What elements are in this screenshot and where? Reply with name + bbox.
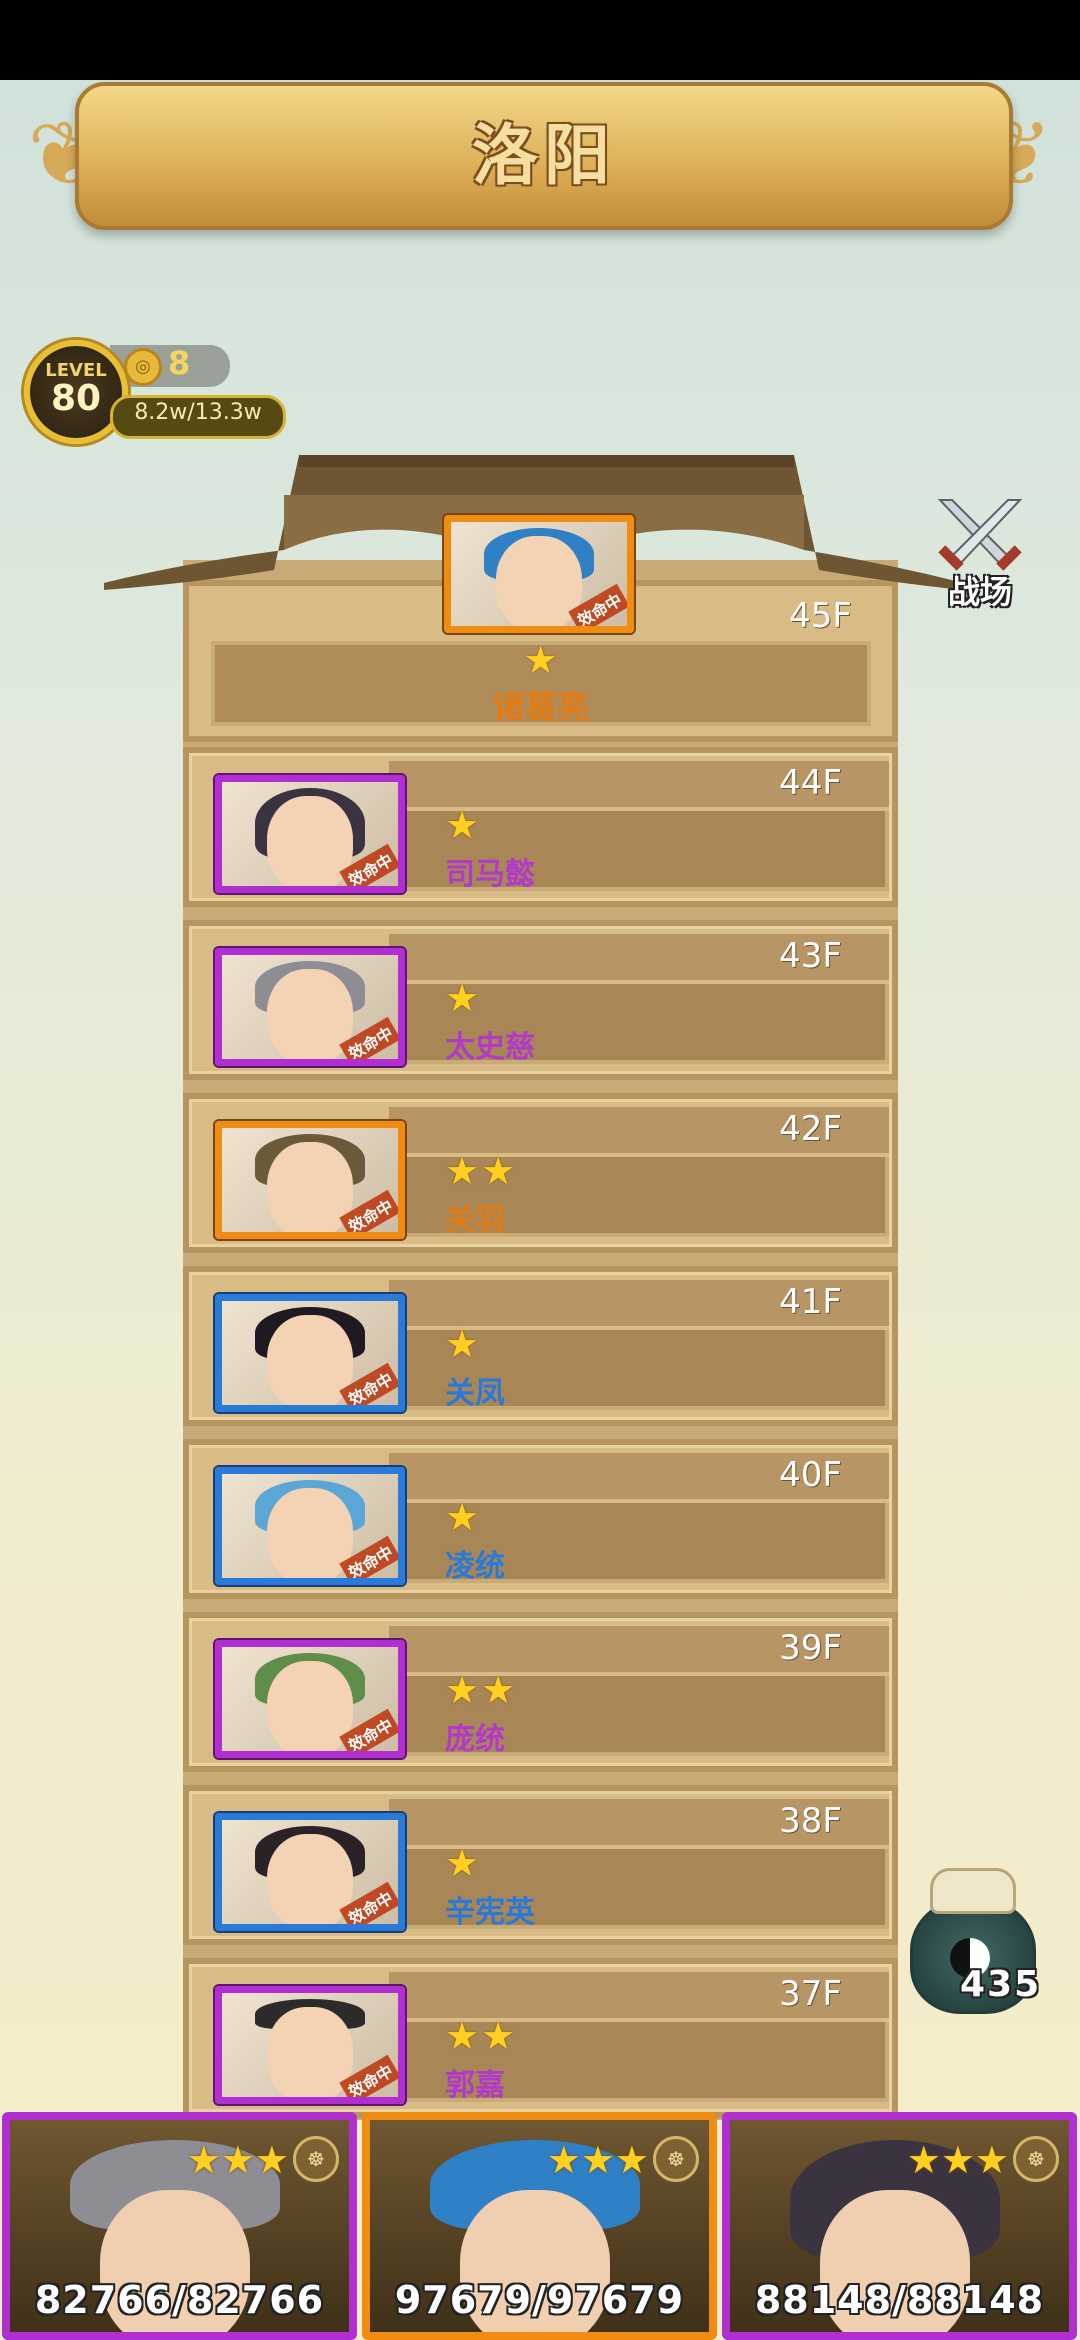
tower-floor-38[interactable]: 效命中 38F ★ 辛宪英 xyxy=(183,1785,898,1945)
battlefield-button[interactable]: 战场 xyxy=(930,495,1030,615)
hero-name: 辛宪英 xyxy=(445,1895,535,1930)
tower-floor-43[interactable]: 效命中 43F ★ 太史慈 xyxy=(183,920,898,1080)
hero-portrait[interactable]: 效命中 xyxy=(215,1640,405,1758)
coin-count: 8 xyxy=(168,344,191,382)
hero-portrait-top[interactable]: 效命中 xyxy=(444,515,634,633)
jar-button[interactable]: 435 xyxy=(900,1868,1050,2018)
floor-number: 37F xyxy=(779,1974,842,2014)
hero-stars: ★★ xyxy=(445,1668,518,1712)
hero-name: 关羽 xyxy=(445,1203,505,1238)
hero-name: 庞统 xyxy=(445,1722,505,1757)
jar-lid xyxy=(930,1868,1016,1914)
floor-number: 42F xyxy=(779,1109,842,1149)
hero-name: 关凤 xyxy=(445,1376,505,1411)
team-hp: 88148/88148 xyxy=(754,2278,1045,2322)
hero-name: 郭嘉 xyxy=(445,2068,505,2103)
hero-portrait[interactable]: 效命中 xyxy=(215,1121,405,1239)
faction-emblem-icon: ☸ xyxy=(653,2136,699,2182)
hero-stars: ★★ xyxy=(445,1149,518,1193)
hero-portrait[interactable]: 效命中 xyxy=(215,1467,405,1585)
hero-name: 凌统 xyxy=(445,1549,505,1584)
hero-stars: ★ xyxy=(445,803,482,847)
floor-number: 45F xyxy=(789,596,852,636)
hero-portrait[interactable]: 效命中 xyxy=(215,948,405,1066)
hero-face xyxy=(267,969,353,1059)
tower-floor-39[interactable]: 效命中 39F ★★ 庞统 xyxy=(183,1612,898,1772)
exp-text: 8.2w/13.3w xyxy=(134,400,262,425)
floor-number: 38F xyxy=(779,1801,842,1841)
hero-portrait[interactable]: 效命中 xyxy=(215,1986,405,2104)
team-card-3[interactable]: ★★★ ☸ 88148/88148 xyxy=(722,2112,1077,2340)
hero-face xyxy=(267,1488,353,1578)
faction-emblem-icon: ☸ xyxy=(1013,2136,1059,2182)
team-card-2[interactable]: ★★★ ☸ 97679/97679 xyxy=(362,2112,717,2340)
hero-face xyxy=(267,796,353,886)
hero-stars: ★ xyxy=(445,1841,482,1885)
team-card-1[interactable]: ★★★ ☸ 82766/82766 xyxy=(2,2112,357,2340)
hero-portrait[interactable]: 效命中 xyxy=(215,1294,405,1412)
floor-number: 44F xyxy=(779,763,842,803)
jar-count: 435 xyxy=(960,1964,1042,2005)
coin-icon: ◎ xyxy=(124,348,162,386)
floor-number: 41F xyxy=(779,1282,842,1322)
team-stars: ★★★ xyxy=(186,2138,289,2182)
team-stars: ★★★ xyxy=(906,2138,1009,2182)
hero-name: 诸葛亮 xyxy=(492,688,589,726)
team-stars: ★★★ xyxy=(546,2138,649,2182)
tower-floor-42[interactable]: 效命中 42F ★★ 关羽 xyxy=(183,1093,898,1253)
hero-face xyxy=(267,2007,353,2097)
tower-floor-41[interactable]: 效命中 41F ★ 关凤 xyxy=(183,1266,898,1426)
title-banner: 洛阳 xyxy=(75,82,1013,230)
hero-name: 太史慈 xyxy=(445,1030,535,1065)
hero-stars: ★ xyxy=(445,1495,482,1539)
page-title: 洛阳 xyxy=(472,117,616,194)
hero-face xyxy=(267,1315,353,1405)
floor-number: 43F xyxy=(779,936,842,976)
hero-portrait[interactable]: 效命中 xyxy=(215,775,405,893)
hero-portrait[interactable]: 效命中 xyxy=(215,1813,405,1931)
hero-face xyxy=(267,1142,353,1232)
hero-face xyxy=(267,1834,353,1924)
floor-number: 40F xyxy=(779,1455,842,1495)
hero-face xyxy=(496,536,582,626)
battlefield-label: 战场 xyxy=(947,573,1012,611)
level-number: 80 xyxy=(50,378,102,419)
floor-number: 39F xyxy=(779,1628,842,1668)
crossed-swords-icon xyxy=(937,499,1023,571)
hero-name: 司马懿 xyxy=(445,857,535,892)
tower-floor-37[interactable]: 效命中 37F ★★ 郭嘉 xyxy=(183,1958,898,2118)
hero-face xyxy=(267,1661,353,1751)
hero-stars: ★ xyxy=(523,638,558,682)
team-hp: 82766/82766 xyxy=(34,2278,325,2322)
tower-floor-40[interactable]: 效命中 40F ★ 凌统 xyxy=(183,1439,898,1599)
hero-stars: ★ xyxy=(445,976,482,1020)
faction-emblem-icon: ☸ xyxy=(293,2136,339,2182)
hero-stars: ★★ xyxy=(445,2014,518,2058)
status-bar xyxy=(0,0,1080,80)
team-hp: 97679/97679 xyxy=(394,2278,685,2322)
tower-floor-44[interactable]: 效命中 44F ★ 司马懿 xyxy=(183,747,898,907)
hero-stars: ★ xyxy=(445,1322,482,1366)
